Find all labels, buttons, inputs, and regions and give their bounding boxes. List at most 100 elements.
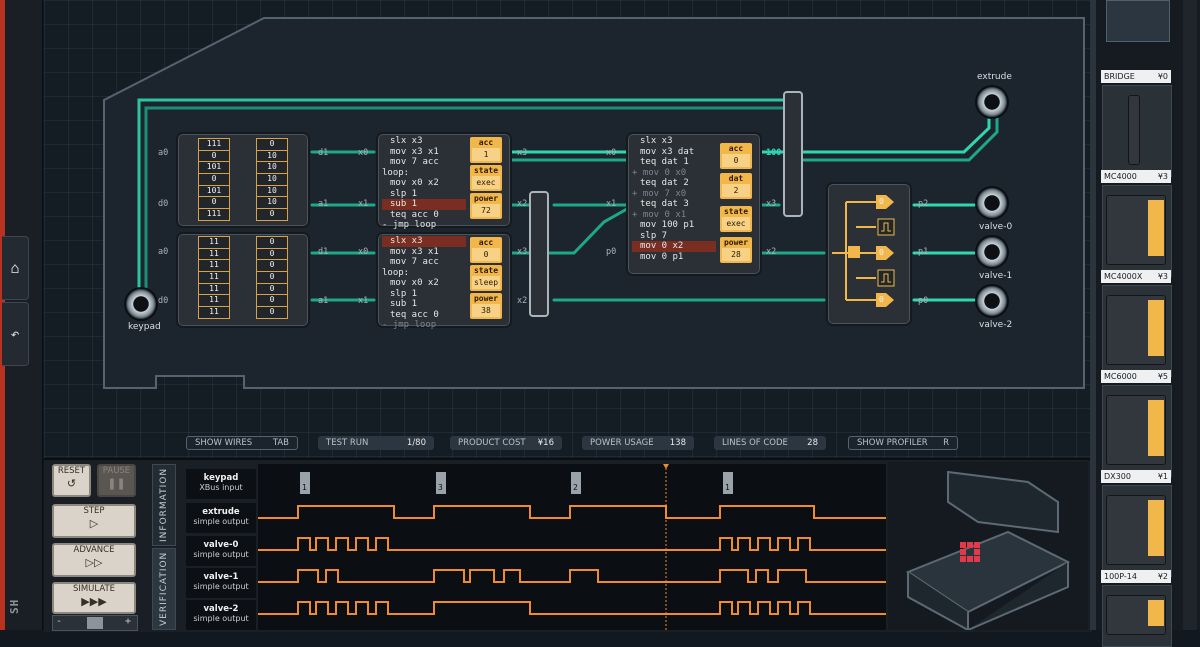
parts-scrollbar[interactable] (1183, 0, 1197, 630)
valve-2-port[interactable] (977, 286, 1007, 316)
code-listing-a[interactable]: slx x3 mov x3 x1 mov 7 acc loop: mov x0 x2 sl… (382, 136, 466, 231)
rom-bottom-right-column: 0000000 (256, 236, 288, 319)
keypad-event-value: 1 (302, 483, 307, 492)
pin-label: a0 (158, 247, 169, 257)
pin-label: x3 (517, 247, 528, 257)
memory-cell: 10 (257, 186, 287, 198)
code-line: - jmp loop (382, 220, 437, 230)
signal-row-valve-1: valve-1 simple output (186, 568, 256, 598)
keypad-port[interactable] (126, 289, 156, 319)
code-line: teq dat 2 (640, 178, 689, 188)
signal-row-valve-2: valve-2 simple output (186, 600, 256, 630)
stat-label: PRODUCT COST (458, 438, 526, 448)
logic-value: 0 (879, 197, 884, 206)
show-profiler-toggle[interactable]: SHOW PROFILER R (848, 436, 958, 450)
pin-label: p0 (606, 247, 617, 257)
memory-cell: 0 (199, 151, 229, 163)
part-price: ¥3 (1157, 272, 1168, 281)
power-usage-stat: POWER USAGE 138 (582, 436, 694, 450)
reset-icon: ↺ (66, 477, 77, 490)
memory-cell: 0 (257, 237, 287, 249)
extrude-port[interactable] (977, 87, 1007, 117)
part-100p-14[interactable]: 100P-14 ¥2 (1101, 570, 1171, 583)
code-line: mov 0 p1 (640, 251, 684, 262)
valve-0-port[interactable] (977, 188, 1007, 218)
part-mc6000[interactable]: MC6000 ¥5 (1101, 370, 1171, 383)
rom-chip-top[interactable] (176, 132, 310, 228)
toolbar-label: SHOW PROFILER (857, 438, 928, 448)
part-dx300[interactable]: DX300 ¥1 (1101, 470, 1171, 483)
port-label: valve-0 (979, 222, 1013, 232)
tab-information[interactable]: INFORMATION (152, 464, 176, 546)
part-price: ¥1 (1157, 472, 1168, 481)
machine-head (947, 470, 1059, 534)
part-name: MC4000X (1104, 272, 1143, 281)
pin-label: a1 (318, 296, 329, 306)
pause-button[interactable]: PAUSE ❚❚ (97, 464, 136, 497)
playhead-marker (663, 464, 669, 469)
machine-illustration (905, 470, 1071, 630)
advance-button[interactable]: ADVANCE ▷▷ (52, 543, 136, 577)
register-value: 0 (722, 154, 750, 167)
simulate-button[interactable]: SIMULATE ▶▶▶ (52, 582, 136, 614)
register-acc: acc 0 (720, 143, 752, 169)
register-label: acc (478, 238, 494, 247)
code-line: slx x3 (390, 136, 423, 146)
code-listing-b[interactable]: slx x3 mov x3 x1 mov 7 acc loop: mov x0 x2 sl… (382, 236, 466, 331)
register-acc: acc 0 (470, 237, 502, 263)
step-icon: ▷ (89, 517, 99, 530)
code-line: mov x3 dat (640, 146, 695, 157)
part-mc4000x[interactable]: MC4000X ¥3 (1101, 270, 1171, 283)
undo-icon: ↶ (10, 325, 20, 343)
pin-label: d0 (158, 296, 169, 306)
home-button[interactable]: ⌂ (2, 236, 29, 300)
register-power: power 38 (470, 293, 502, 319)
memory-cell: 0 (199, 197, 229, 210)
part-register-icon (1148, 500, 1164, 556)
memory-cell: 10 (257, 151, 287, 163)
step-button[interactable]: STEP ▷ (52, 504, 136, 538)
speed-minus[interactable]: - (56, 616, 62, 627)
speed-slider[interactable]: - + (52, 615, 138, 631)
register-value: 72 (472, 204, 500, 217)
rom-chip-bottom[interactable] (176, 232, 310, 328)
register-value: 38 (472, 304, 500, 317)
show-wires-toggle[interactable]: SHOW WIRES TAB (186, 436, 298, 450)
register-label: power (723, 238, 749, 247)
memory-cell: 0 (257, 295, 287, 308)
speed-slider-handle[interactable] (87, 617, 103, 629)
rom-top-right-column: 0 10 10 10 10 10 0 (256, 138, 288, 221)
memory-cell: 0 (199, 174, 229, 186)
memory-cell: 0 (257, 249, 287, 261)
signal-row-valve-0: valve-0 simple output (186, 536, 256, 566)
undo-button[interactable]: ↶ (2, 302, 29, 366)
stat-value: 138 (669, 438, 686, 448)
button-label: SIMULATE (72, 584, 116, 594)
memory-cell: 11 (199, 272, 229, 284)
part-register-icon (1148, 300, 1164, 356)
product-cost-stat: PRODUCT COST ¥16 (450, 436, 562, 450)
memory-cell: 11 (199, 295, 229, 308)
part-price: ¥0 (1157, 72, 1168, 81)
pin-label: d1 (318, 247, 329, 257)
tab-verification[interactable]: VERIFICATION (152, 548, 176, 630)
part-bridge[interactable]: BRIDGE ¥0 (1101, 70, 1171, 83)
memory-cell: 10 (257, 174, 287, 186)
pin-label: a0 (158, 148, 169, 158)
waveform-trace (258, 537, 886, 551)
reset-button[interactable]: RESET ↺ (52, 464, 91, 497)
logic-value: 0 (879, 295, 884, 304)
speed-plus[interactable]: + (125, 616, 131, 627)
stat-label: POWER USAGE (590, 438, 654, 448)
parts-scroll-up[interactable] (1106, 0, 1170, 42)
register-value: 1 (472, 148, 500, 161)
button-label: ADVANCE (73, 545, 115, 555)
register-acc: acc 1 (470, 137, 502, 163)
valve-1-port[interactable] (977, 237, 1007, 267)
register-value: 0 (472, 248, 500, 261)
pin-label: d1 (318, 148, 329, 158)
code-listing-c[interactable]: slx x3 mov x3 dat teq dat 1 + mov 0 x0 teq d… (632, 136, 716, 262)
register-value: exec (722, 217, 750, 230)
register-label: acc (478, 138, 494, 147)
part-mc4000[interactable]: MC4000 ¥3 (1101, 170, 1171, 183)
